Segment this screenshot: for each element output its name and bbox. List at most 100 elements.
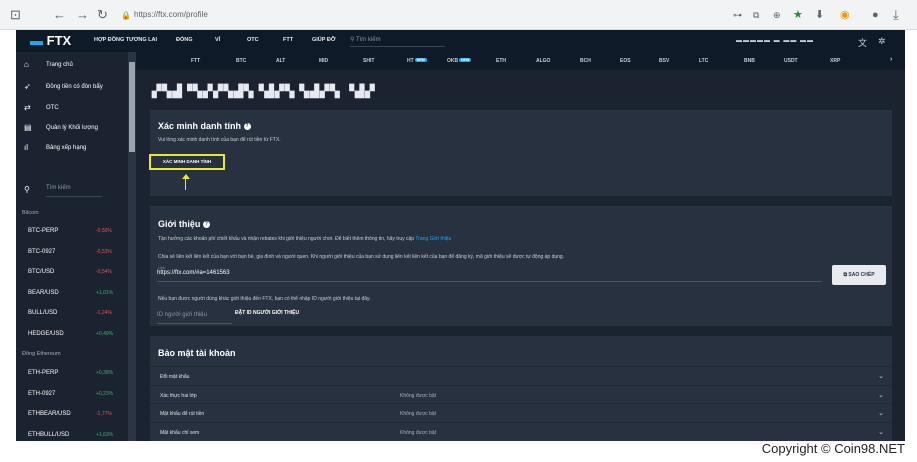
sidebar: ⌂ Trang chủ ➶ Đồng tiền có đòn bẩy ⇄ OTC ▤ Q… xyxy=(16,52,136,441)
ticker-item[interactable]: HT NEW xyxy=(407,58,427,64)
market-change: +1,01% xyxy=(96,289,114,296)
ticker-label: OKB xyxy=(447,58,459,64)
translate-icon[interactable]: ⧉ xyxy=(753,6,759,24)
nav-ftt[interactable]: FTT xyxy=(283,37,293,43)
security-row-label: Mật khẩu chỉ xem xyxy=(160,429,200,436)
market-row[interactable]: BTC-PERP -0,50% xyxy=(16,221,128,241)
market-row[interactable]: BTC/USD -0,54% xyxy=(16,262,128,282)
referrer-id-input[interactable]: ID người giới thiệu xyxy=(157,312,232,324)
market-row[interactable]: ETHBULL/USD +1,63% xyxy=(16,425,128,442)
ticker-item[interactable]: ALT xyxy=(276,58,285,64)
ticker-item[interactable]: LTC xyxy=(699,58,708,64)
sidebar-scrollbar[interactable] xyxy=(128,52,136,441)
address-bar[interactable]: https://ftx.com/profile xyxy=(134,6,730,24)
info-icon[interactable]: ? xyxy=(202,221,210,229)
ticker-label: MID xyxy=(319,58,329,64)
ticker-item[interactable]: MID xyxy=(319,58,328,64)
reload-icon[interactable]: ↻ xyxy=(97,6,108,24)
security-row[interactable]: Mật khẩu để rút tiền Không được bật ⌄ xyxy=(150,403,892,423)
ticker-label: FTT xyxy=(191,58,201,64)
scrollbar-thumb[interactable] xyxy=(129,62,135,152)
set-referrer-button[interactable]: ĐẶT ID NGƯỜI GIỚI THIỆU xyxy=(235,310,299,316)
market-row[interactable]: BULL/USD -1,24% xyxy=(16,303,128,323)
market-change: -1,24% xyxy=(96,310,112,316)
ticker-item[interactable]: SHIT xyxy=(363,58,374,64)
ticker-item[interactable]: OKB NEW xyxy=(447,58,472,64)
nav-tokens[interactable]: ĐÒNG xyxy=(176,37,193,43)
leaderboard-icon: ıl xyxy=(24,143,28,152)
ticker-item[interactable]: EOS xyxy=(620,58,631,64)
referral-page-link[interactable]: Trang Giới thiệu xyxy=(415,236,451,242)
ticker-label: SHIT xyxy=(363,58,375,64)
ticker-item[interactable]: BNB xyxy=(744,58,755,64)
identity-verification-card: Xác minh danh tính ? Vui lòng xác minh d… xyxy=(149,110,892,196)
nav-futures[interactable]: HỢP ĐỒNG TƯƠNG LAI xyxy=(94,37,157,43)
chevron-down-icon[interactable]: ⌄ xyxy=(878,423,884,442)
market-row[interactable]: ETH-PERP +0,38% xyxy=(16,363,128,383)
referral-link-field[interactable]: https://ftx.com/#a=1461563 xyxy=(157,270,822,282)
ticker-next-icon[interactable]: › xyxy=(890,56,892,63)
nav-wallet[interactable]: VÍ xyxy=(215,37,220,43)
ticker-item[interactable]: BTC xyxy=(236,58,246,64)
extension-icon[interactable]: ◉ xyxy=(840,6,850,24)
market-row[interactable]: ETHBEAR/USD -1,77% xyxy=(16,404,128,424)
ticker-item[interactable]: ETH xyxy=(496,58,506,64)
account-icon[interactable]: ● xyxy=(872,6,879,24)
market-change: +0,23% xyxy=(96,390,114,397)
market-name: BTC/USD xyxy=(28,269,55,275)
ticker-label: USDT xyxy=(784,58,798,64)
market-row[interactable]: ETH-0927 +0,23% xyxy=(16,384,128,404)
settings-icon[interactable]: ✲ xyxy=(878,36,886,47)
key-icon[interactable]: ⊶ xyxy=(733,6,742,24)
ticker-label: BNB xyxy=(744,58,755,64)
window-icon[interactable]: ⊡ xyxy=(10,6,21,24)
sidebar-item-home[interactable]: ⌂ Trang chủ xyxy=(16,55,136,75)
zoom-icon[interactable]: ⊕ xyxy=(773,6,781,24)
security-row[interactable]: Đổi mật khẩu ⌄ xyxy=(150,366,892,386)
back-icon[interactable]: ← xyxy=(53,6,66,24)
security-row[interactable]: Xác thực hai lớp Không được bật ⌄ xyxy=(150,384,892,405)
download-icon[interactable]: ⤓ xyxy=(893,6,899,24)
arrow-line xyxy=(185,177,186,190)
sidebar-item-leaderboard[interactable]: ıl Bảng xếp hạng xyxy=(16,138,136,158)
market-row[interactable]: BEAR/USD +1,01% xyxy=(16,283,128,303)
ftx-logo[interactable]: ▬ FTX xyxy=(30,33,71,48)
ticker-item[interactable]: XRP xyxy=(830,58,840,64)
ticker-label: EOS xyxy=(620,58,631,64)
ticker-item[interactable]: BCH xyxy=(580,58,591,64)
nav-help[interactable]: GIÚP ĐỠ xyxy=(312,37,336,43)
security-row-status: Không được bật xyxy=(400,429,437,436)
new-badge: NEW xyxy=(414,58,427,62)
ethereum-header: Đồng Ethereum xyxy=(22,351,61,357)
ticker-item[interactable]: ALGO xyxy=(536,58,550,64)
sidebar-search-input[interactable]: Tìm kiếm xyxy=(46,185,102,197)
market-row[interactable]: HEDGE/USD +0,49% xyxy=(16,324,128,344)
security-row[interactable]: Mật khẩu chỉ xem Không được bật ⌄ xyxy=(150,421,892,442)
verify-identity-button[interactable]: XÁC MINH DANH TÍNH xyxy=(149,154,225,170)
star-icon[interactable]: ★ xyxy=(793,6,803,24)
copy-link-button[interactable]: ⧉ SAO CHÉP xyxy=(832,265,886,285)
ticker-item[interactable]: USDT xyxy=(784,58,798,64)
download-ext-icon[interactable]: ⬇ xyxy=(815,6,824,24)
market-name: BULL/USD xyxy=(28,310,58,316)
info-icon[interactable]: ? xyxy=(243,123,251,131)
nav-otc[interactable]: OTC xyxy=(247,37,259,43)
account-email: ▞▚▟▝▚▞▞▚▟▚▝▟▞▚ ▚▟▞▚ ▝▟▞ xyxy=(152,84,376,98)
sidebar-item-leveraged[interactable]: ➶ Đồng tiền có đòn bẩy xyxy=(16,77,136,97)
market-row[interactable]: BTC-0927 -0,53% xyxy=(16,242,128,262)
market-name: BEAR/USD xyxy=(28,289,59,296)
ticker-item[interactable]: BSV xyxy=(659,58,669,64)
sidebar-item-volume[interactable]: ▤ Quản lý Khối lượng xyxy=(16,118,136,138)
security-title: Bảo mật tài khoản xyxy=(158,348,236,358)
ticker-item[interactable]: FTT xyxy=(191,58,200,64)
ticker-label: BTC xyxy=(236,58,247,64)
account-menu[interactable]: ▬▬▬▬▬ ▬ ▬▬ ▬▬ xyxy=(736,38,814,44)
market-ticker-bar: FTT BTC ALT MID SHIT HT NEW OKB NEW ETH ALGO BCH EOS… xyxy=(136,52,905,70)
forward-icon[interactable]: → xyxy=(76,6,89,24)
ticker-label: BCH xyxy=(580,58,591,64)
language-icon[interactable]: 文 xyxy=(858,36,867,49)
home-icon: ⌂ xyxy=(24,60,29,69)
nav-search[interactable]: ⚲ Tìm kiếm xyxy=(350,34,445,47)
sidebar-item-otc[interactable]: ⇄ OTC xyxy=(16,98,136,118)
search-icon: ⚲ xyxy=(350,37,355,43)
